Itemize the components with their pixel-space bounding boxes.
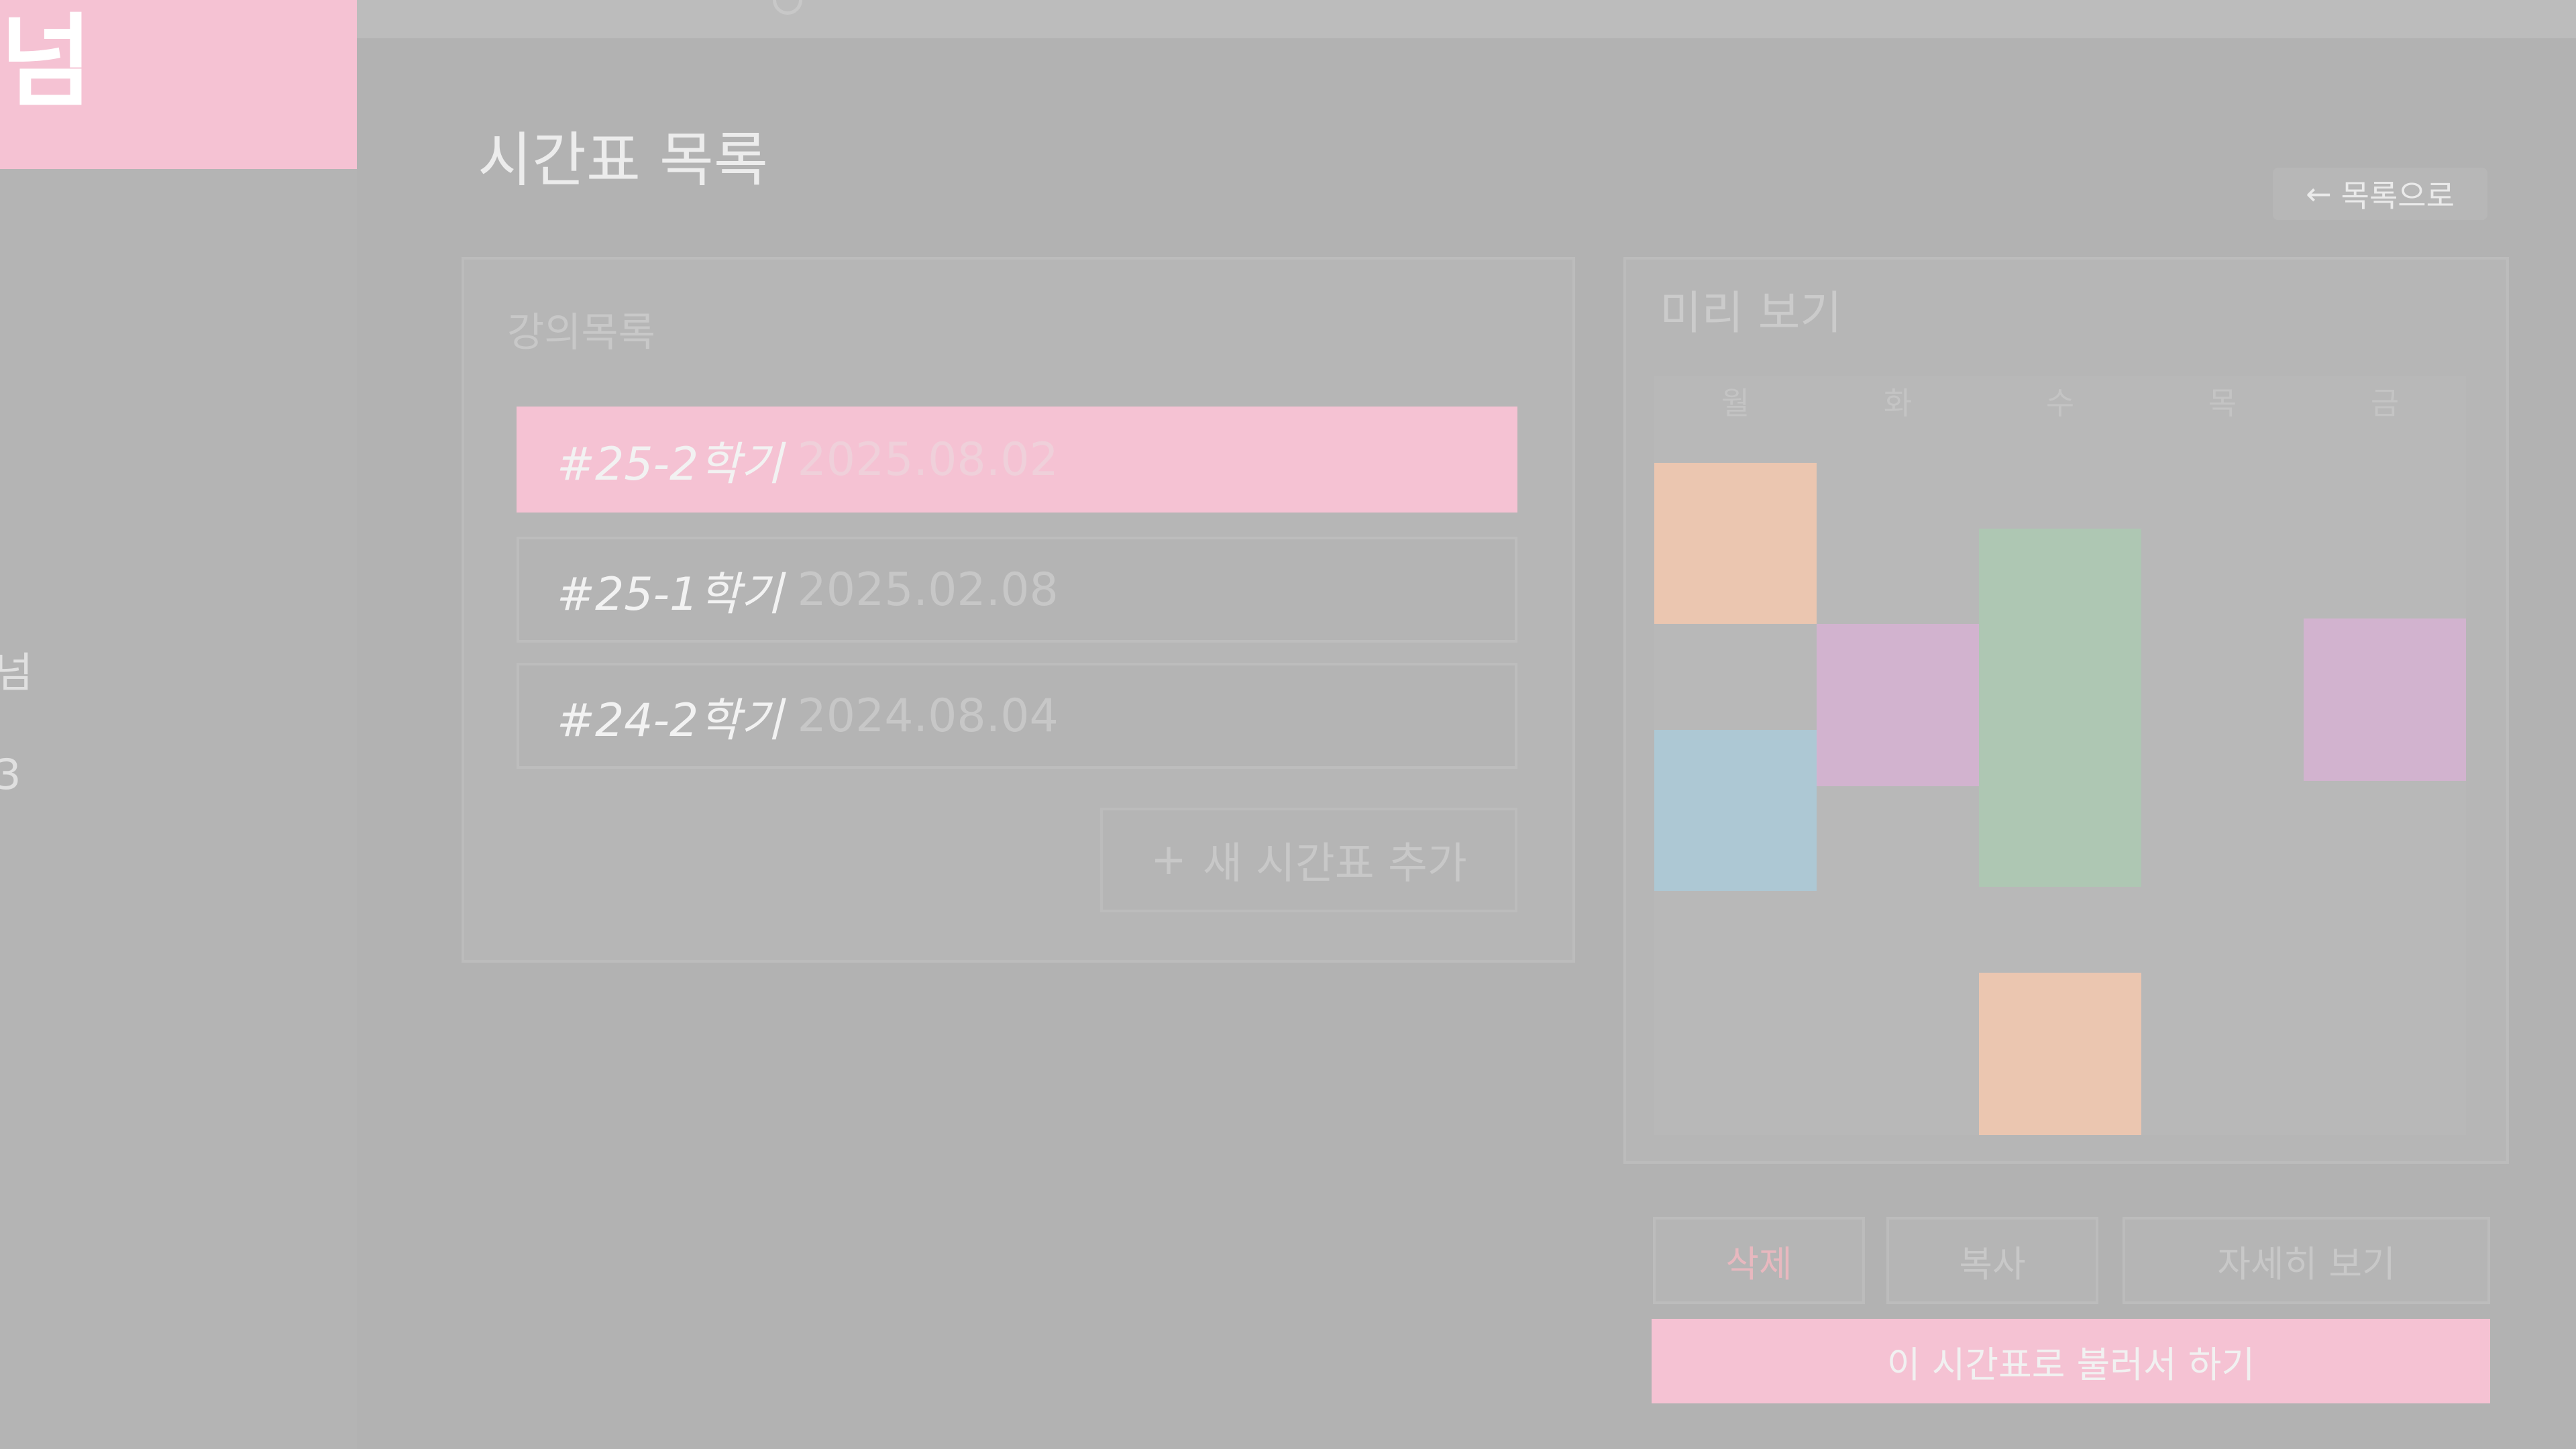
add-timetable-button[interactable]: + 새 시간표 추가 [1100, 808, 1517, 912]
timetable-date: 2025.02.08 [797, 563, 1059, 616]
arrow-left-icon: ← [2306, 176, 2332, 212]
timetable-name: #25-2학기 [557, 437, 783, 491]
sidebar: 넘 넘 3 [0, 0, 357, 1449]
copy-button[interactable]: 복사 [1886, 1217, 2098, 1304]
logo[interactable]: 넘 [0, 0, 357, 169]
day-label-wed: 수 [2045, 385, 2075, 421]
class-block [1979, 529, 2141, 887]
logo-text: 넘 [0, 4, 93, 121]
day-label-thu: 목 [2208, 385, 2237, 421]
add-timetable-label: 새 시간표 추가 [1202, 839, 1467, 889]
list-title: 강의목록 [507, 309, 655, 356]
back-button[interactable]: ← 목록으로 [2273, 168, 2487, 220]
timetable-item-active[interactable]: #25-2학기 2025.08.02 [517, 407, 1517, 513]
delete-button[interactable]: 삭제 [1653, 1217, 1865, 1304]
top-bar [357, 0, 2576, 38]
class-block [2304, 619, 2466, 781]
day-label-fri: 금 [2370, 385, 2400, 421]
back-button-label: 목록으로 [2341, 178, 2455, 214]
timetable-date: 2024.08.04 [797, 689, 1059, 743]
class-block [1654, 463, 1817, 624]
profile-icon[interactable] [773, 0, 802, 15]
timetable-name: #24-2학기 [557, 694, 783, 747]
page-title: 시간표 목록 [478, 125, 768, 195]
sidebar-item-2[interactable]: 3 [0, 754, 21, 796]
timetable-date: 2025.08.02 [797, 433, 1059, 486]
day-label-mon: 월 [1721, 385, 1750, 421]
start-with-timetable-button[interactable]: 이 시간표로 불러서 하기 [1652, 1319, 2490, 1403]
detail-button[interactable]: 자세히 보기 [2123, 1217, 2490, 1304]
timetable-name: #25-1학기 [557, 568, 783, 621]
class-block [1654, 730, 1817, 891]
class-block [1817, 624, 1979, 786]
timetable-item[interactable]: #25-1학기 2025.02.08 [517, 537, 1517, 643]
timetable-item[interactable]: #24-2학기 2024.08.04 [517, 663, 1517, 769]
plus-icon: + [1150, 835, 1187, 885]
day-column [2141, 376, 2304, 1135]
day-label-tue: 화 [1883, 385, 1913, 421]
class-block [1979, 973, 2141, 1135]
sidebar-item-1[interactable]: 넘 [0, 652, 33, 694]
preview-title: 미리 보기 [1660, 287, 1842, 340]
